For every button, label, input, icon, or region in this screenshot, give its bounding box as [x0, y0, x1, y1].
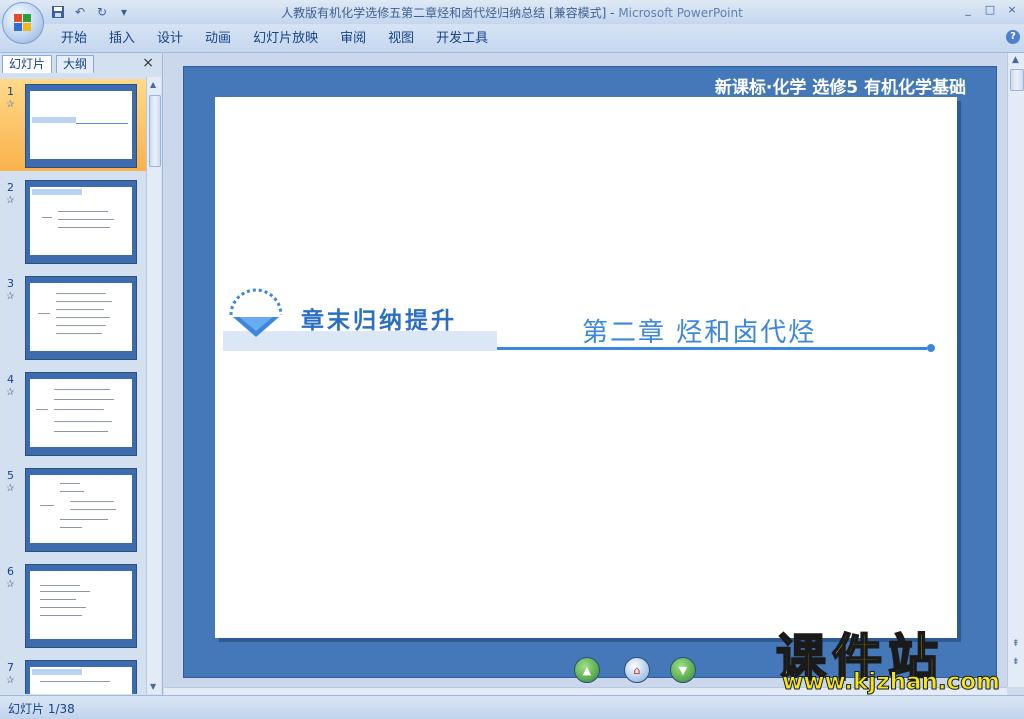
ribbon: 开始 插入 设计 动画 幻灯片放映 审阅 视图 开发工具 ?: [0, 24, 1024, 53]
animation-star-icon: ✰: [6, 99, 15, 110]
slide-number: 1: [7, 85, 14, 98]
scrollbar-thumb[interactable]: [149, 95, 161, 167]
close-icon[interactable]: ×: [142, 55, 154, 71]
scroll-up-arrow-icon[interactable]: ▲: [1012, 55, 1019, 65]
slide-thumbnail[interactable]: 4 ✰: [0, 367, 146, 459]
summary-heading: 章末归纳提升: [301, 308, 457, 334]
pane-tabs: 幻灯片 大纲 ×: [2, 55, 160, 73]
slide-number: 4: [7, 373, 14, 386]
minimize-button[interactable]: _: [960, 2, 976, 18]
slide-thumbnail[interactable]: 5 ✰: [0, 463, 146, 555]
tab-slides[interactable]: 幻灯片: [2, 55, 53, 73]
slides-pane: 幻灯片 大纲 × 1 ✰ 2 ✰ 3 ✰ 4 ✰ 5 ✰ 6 ✰ 7 ✰ ▲ ▼: [0, 53, 163, 695]
animation-star-icon: ✰: [6, 387, 15, 398]
next-slide-button[interactable]: ▼: [670, 657, 696, 683]
home-button[interactable]: ⌂: [624, 657, 650, 683]
window-controls: _ □ ×: [960, 2, 1020, 18]
slide-number: 3: [7, 277, 14, 290]
slides-pane-scrollbar[interactable]: ▲ ▼: [146, 77, 161, 694]
animation-star-icon: ✰: [6, 579, 15, 590]
slide-editor: 新课标·化学 选修5 有机化学基础 章末归纳提升 第二章 烃和卤代烃 ▲ ⌂ ▼: [164, 53, 1006, 687]
slide-counter: 幻灯片 1/38: [8, 702, 75, 716]
title-underline: [497, 347, 927, 350]
slide-thumbnail[interactable]: 6 ✰: [0, 559, 146, 651]
slide-number: 2: [7, 181, 14, 194]
scroll-down-arrow-icon[interactable]: ▼: [150, 682, 156, 691]
slide-thumbnail[interactable]: 1 ✰: [0, 79, 146, 171]
title-bar: ↶ ↻ ▾ 人教版有机化学选修五第二章烃和卤代烃归纳总结 [兼容模式] - Mi…: [0, 0, 1024, 24]
scrollbar-thumb[interactable]: [1010, 69, 1024, 91]
animation-star-icon: ✰: [6, 675, 15, 686]
window-title: 人教版有机化学选修五第二章烃和卤代烃归纳总结 [兼容模式] - Microsof…: [281, 6, 743, 20]
watermark-url: www.kjzhan.com: [782, 669, 1001, 696]
previous-slide-button[interactable]: ▲: [574, 657, 600, 683]
slide-frame: 新课标·化学 选修5 有机化学基础 章末归纳提升 第二章 烃和卤代烃 ▲ ⌂ ▼: [183, 66, 997, 683]
slide-thumbnail[interactable]: 2 ✰: [0, 175, 146, 267]
close-button[interactable]: ×: [1004, 2, 1020, 18]
slide-thumbnail[interactable]: 3 ✰: [0, 271, 146, 363]
slide-thumbnail-list: 1 ✰ 2 ✰ 3 ✰ 4 ✰ 5 ✰ 6 ✰ 7 ✰: [0, 77, 146, 694]
tab-outline[interactable]: 大纲: [56, 55, 95, 73]
app-name: Microsoft PowerPoint: [618, 6, 743, 20]
tab-insert[interactable]: 插入: [98, 30, 146, 48]
ribbon-tabs: 开始 插入 设计 动画 幻灯片放映 审阅 视图 开发工具: [50, 30, 499, 48]
document-title: 人教版有机化学选修五第二章烃和卤代烃归纳总结 [兼容模式]: [281, 6, 607, 20]
animation-star-icon: ✰: [6, 291, 15, 302]
tab-home[interactable]: 开始: [50, 30, 98, 48]
animation-star-icon: ✰: [6, 195, 15, 206]
next-slide-arrow-icon[interactable]: ⇟: [1012, 657, 1020, 667]
slide-number: 7: [7, 661, 14, 674]
tab-design[interactable]: 设计: [146, 30, 194, 48]
tab-view[interactable]: 视图: [377, 30, 425, 48]
animation-star-icon: ✰: [6, 483, 15, 494]
tab-animation[interactable]: 动画: [194, 30, 242, 48]
tab-review[interactable]: 审阅: [329, 30, 377, 48]
slide-canvas[interactable]: 章末归纳提升 第二章 烃和卤代烃: [215, 97, 957, 638]
chapter-title: 第二章 烃和卤代烃: [582, 318, 817, 348]
slide-header: 新课标·化学 选修5 有机化学基础: [714, 78, 966, 98]
previous-slide-arrow-icon[interactable]: ⇞: [1012, 639, 1020, 649]
scroll-up-arrow-icon[interactable]: ▲: [150, 80, 156, 89]
editor-scrollbar[interactable]: ▲ ⇞ ⇟: [1007, 53, 1024, 687]
title-underline-dot: [927, 344, 935, 352]
slide-number: 6: [7, 565, 14, 578]
status-bar: 幻灯片 1/38: [0, 695, 1024, 719]
tab-slideshow[interactable]: 幻灯片放映: [242, 30, 329, 48]
slide-thumbnail[interactable]: 7 ✰: [0, 655, 146, 694]
help-icon[interactable]: ?: [1006, 30, 1020, 44]
office-logo-icon: [14, 14, 32, 32]
office-button[interactable]: [2, 2, 44, 44]
chapter-badge-icon: [223, 287, 295, 351]
slide-number: 5: [7, 469, 14, 482]
maximize-button[interactable]: □: [982, 2, 998, 18]
tab-developer[interactable]: 开发工具: [425, 30, 499, 48]
